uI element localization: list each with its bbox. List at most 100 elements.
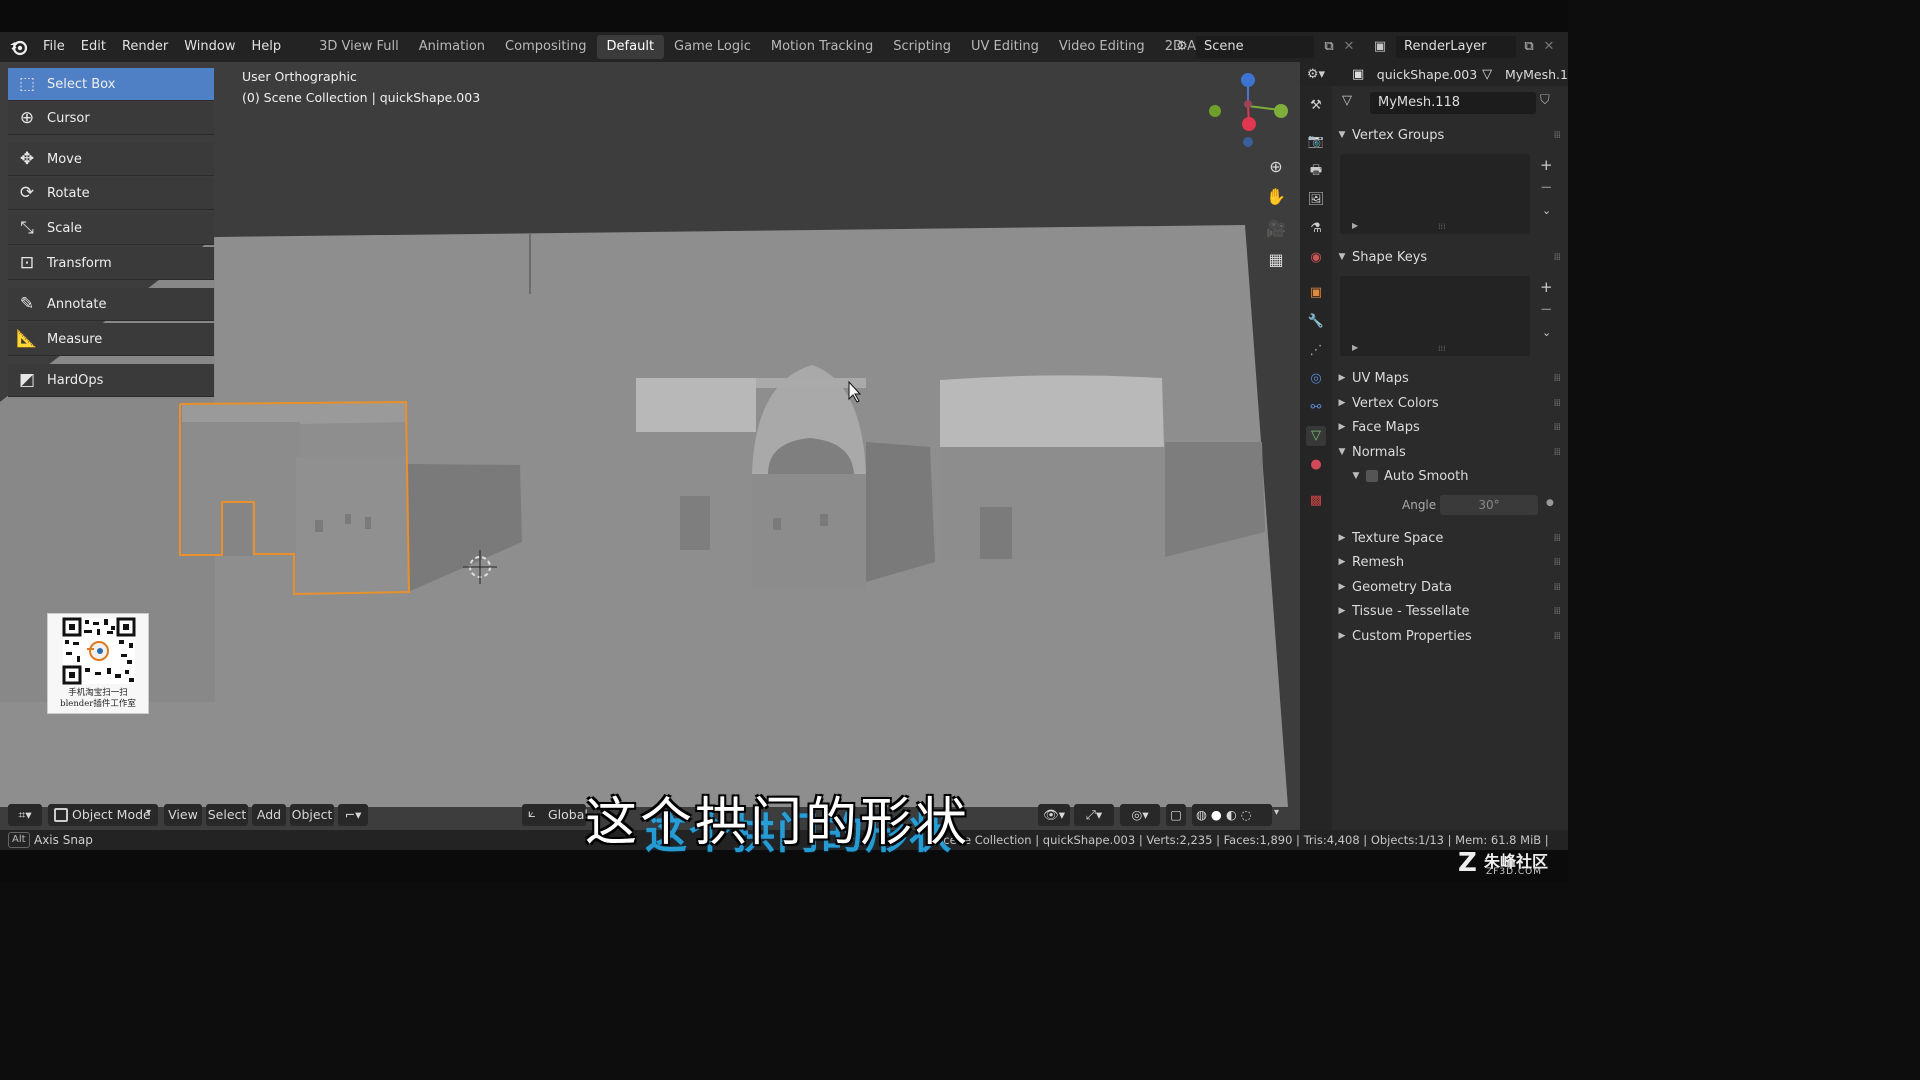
output-props-icon[interactable]: 🖶 (1306, 161, 1326, 181)
tab-scripting[interactable]: Scripting (883, 35, 961, 59)
select-menu[interactable]: Select (206, 804, 248, 826)
render-layer-icon[interactable]: ▣ (1366, 36, 1394, 58)
uv-maps-section[interactable]: ▶ UV Maps ⁞⁞⁞ (1332, 366, 1568, 390)
object-props-icon[interactable]: ▣ (1306, 283, 1326, 303)
auto-smooth-checkbox[interactable] (1366, 470, 1378, 482)
material-shading-icon[interactable]: ◐ (1226, 807, 1237, 822)
texture-space-section[interactable]: ▶ Texture Space ⁞⁞⁞ (1332, 526, 1568, 550)
xray-toggle-icon[interactable]: ▢ (1166, 804, 1186, 826)
shape-keys-list[interactable]: ▶ ⁞⁞⁞ (1340, 276, 1530, 356)
menu-render[interactable]: Render (114, 32, 176, 62)
menu-window[interactable]: Window (176, 32, 243, 62)
tool-measure[interactable]: 📐 Measure (8, 323, 214, 356)
delete-render-layer-icon[interactable]: ✕ (1540, 36, 1558, 58)
editor-type-icon[interactable]: ⚙▾ (1300, 67, 1332, 82)
render-layer-field[interactable]: RenderLayer (1396, 36, 1516, 58)
new-render-layer-icon[interactable]: ⧉ (1518, 36, 1540, 58)
overlay-toggle-icon[interactable]: ◎▾ (1120, 804, 1160, 826)
grid-view-icon[interactable]: ▦ (1263, 247, 1289, 273)
delete-scene-icon[interactable]: ✕ (1340, 36, 1358, 58)
tool-select-box[interactable]: ⬚ Select Box (8, 68, 214, 101)
tab-3d-view-full[interactable]: 3D View Full (309, 35, 409, 59)
menu-help[interactable]: Help (244, 32, 290, 62)
drag-handle-icon[interactable]: ⁞⁞⁞ (1553, 447, 1560, 458)
fake-user-shield-icon[interactable]: ⛉ (1540, 93, 1550, 108)
tool-annotate[interactable]: ✎ Annotate (8, 288, 214, 321)
drag-handle-icon[interactable]: ⁞⁞⁞ (1553, 422, 1560, 433)
add-menu[interactable]: Add (252, 804, 286, 826)
menu-file[interactable]: File (35, 32, 73, 62)
scene-props-icon[interactable]: ⚗ (1306, 219, 1326, 239)
tool-scale[interactable]: ⤡ Scale (8, 212, 214, 245)
mesh-data-props-icon[interactable]: ▽ (1306, 426, 1326, 446)
scene-selector-icon[interactable]: ⚙ (1168, 36, 1196, 58)
tab-compositing[interactable]: Compositing (495, 35, 597, 59)
editor-type-button[interactable]: ⌗▾ (8, 804, 42, 826)
vertex-group-menu-chevron-icon[interactable]: ⌄ (1542, 204, 1551, 217)
tool-move[interactable]: ✥ Move (8, 143, 214, 176)
tab-video-editing[interactable]: Video Editing (1049, 35, 1155, 59)
world-props-icon[interactable]: ◉ (1306, 248, 1326, 268)
tool-rotate[interactable]: ⟳ Rotate (8, 177, 214, 210)
normals-section[interactable]: ▼ Normals ⁞⁞⁞ (1332, 440, 1568, 464)
drag-handle-icon[interactable]: ⁞⁞⁞ (1553, 582, 1560, 593)
drag-handle-icon[interactable]: ⁞⁞⁞ (1553, 373, 1560, 384)
tool-transform[interactable]: ⊡ Transform (8, 247, 214, 280)
render-props-icon[interactable]: 📷 (1306, 132, 1326, 152)
zoom-icon[interactable]: ⊕ (1263, 154, 1289, 180)
geometry-data-section[interactable]: ▶ Geometry Data ⁞⁞⁞ (1332, 575, 1568, 599)
menu-edit[interactable]: Edit (73, 32, 114, 62)
add-vertex-group-icon[interactable]: + (1540, 156, 1553, 174)
tab-uv-editing[interactable]: UV Editing (961, 35, 1049, 59)
shading-modes[interactable]: ◍ ● ◐ ◌ (1192, 804, 1272, 826)
tab-animation[interactable]: Animation (409, 35, 495, 59)
shape-keys-section[interactable]: ▼ Shape Keys ⁞⁞⁞ (1332, 245, 1568, 269)
list-expand-icon[interactable]: ▶ (1352, 343, 1358, 352)
list-resize-handle-icon[interactable]: ⁞⁞⁞ (1438, 222, 1446, 231)
wireframe-shading-icon[interactable]: ◍ (1196, 807, 1207, 822)
add-shape-key-icon[interactable]: + (1540, 278, 1553, 296)
rendered-shading-icon[interactable]: ◌ (1241, 807, 1252, 822)
view-menu[interactable]: View (164, 804, 202, 826)
constraints-icon[interactable]: ⚯ (1306, 398, 1326, 418)
material-props-icon[interactable]: ● (1306, 455, 1326, 475)
blender-logo-icon[interactable] (9, 37, 29, 57)
gizmo-toggle-icon[interactable]: ⤢▾ (1074, 804, 1114, 826)
visibility-dropdown-icon[interactable]: 👁▾ (1038, 804, 1070, 826)
remove-shape-key-icon[interactable]: − (1540, 300, 1553, 318)
drag-handle-icon[interactable]: ⁞⁞⁞ (1553, 533, 1560, 544)
new-scene-icon[interactable]: ⧉ (1318, 36, 1340, 58)
tool-settings-icon[interactable]: ⚒ (1306, 96, 1326, 116)
remesh-section[interactable]: ▶ Remesh ⁞⁞⁞ (1332, 550, 1568, 574)
shape-key-menu-chevron-icon[interactable]: ⌄ (1542, 326, 1551, 339)
tab-motion-tracking[interactable]: Motion Tracking (761, 35, 883, 59)
physics-icon[interactable]: ◎ (1306, 369, 1326, 389)
particles-icon[interactable]: ⋰ (1306, 341, 1326, 361)
mesh-datablock-field[interactable]: MyMesh.118 (1370, 92, 1536, 114)
keyframe-dot-icon[interactable]: ● (1546, 498, 1554, 508)
face-maps-section[interactable]: ▶ Face Maps ⁞⁞⁞ (1332, 415, 1568, 439)
list-expand-icon[interactable]: ▶ (1352, 221, 1358, 230)
tab-default[interactable]: Default (596, 35, 665, 59)
tool-hardops[interactable]: ◩ HardOps (8, 364, 214, 397)
vertex-groups-list[interactable]: ▶ ⁞⁞⁞ (1340, 154, 1530, 234)
drag-handle-icon[interactable]: ⁞⁞⁞ (1553, 130, 1560, 141)
remove-vertex-group-icon[interactable]: − (1540, 178, 1553, 196)
drag-handle-icon[interactable]: ⁞⁞⁞ (1553, 606, 1560, 617)
scene-field[interactable]: Scene (1196, 36, 1314, 58)
drag-handle-icon[interactable]: ⁞⁞⁞ (1553, 557, 1560, 568)
shading-options-chevron-icon[interactable]: ▾ (1274, 807, 1279, 818)
modifier-props-icon[interactable]: 🔧 (1306, 312, 1326, 332)
auto-smooth-row[interactable]: ▼ Auto Smooth (1346, 464, 1568, 488)
vertex-groups-section[interactable]: ▼ Vertex Groups ⁞⁞⁞ (1332, 123, 1568, 147)
custom-properties-section[interactable]: ▶ Custom Properties ⁞⁞⁞ (1332, 624, 1568, 648)
view-layer-icon[interactable]: 🖼 (1306, 190, 1326, 210)
angle-field[interactable]: 30° (1440, 495, 1538, 515)
solid-shading-icon[interactable]: ● (1211, 807, 1222, 822)
vertex-colors-section[interactable]: ▶ Vertex Colors ⁞⁞⁞ (1332, 391, 1568, 415)
camera-icon[interactable]: 🎥 (1263, 216, 1289, 242)
drag-handle-icon[interactable]: ⁞⁞⁞ (1553, 252, 1560, 263)
list-resize-handle-icon[interactable]: ⁞⁞⁞ (1438, 344, 1446, 353)
pan-hand-icon[interactable]: ✋ (1263, 184, 1289, 210)
drag-handle-icon[interactable]: ⁞⁞⁞ (1553, 398, 1560, 409)
